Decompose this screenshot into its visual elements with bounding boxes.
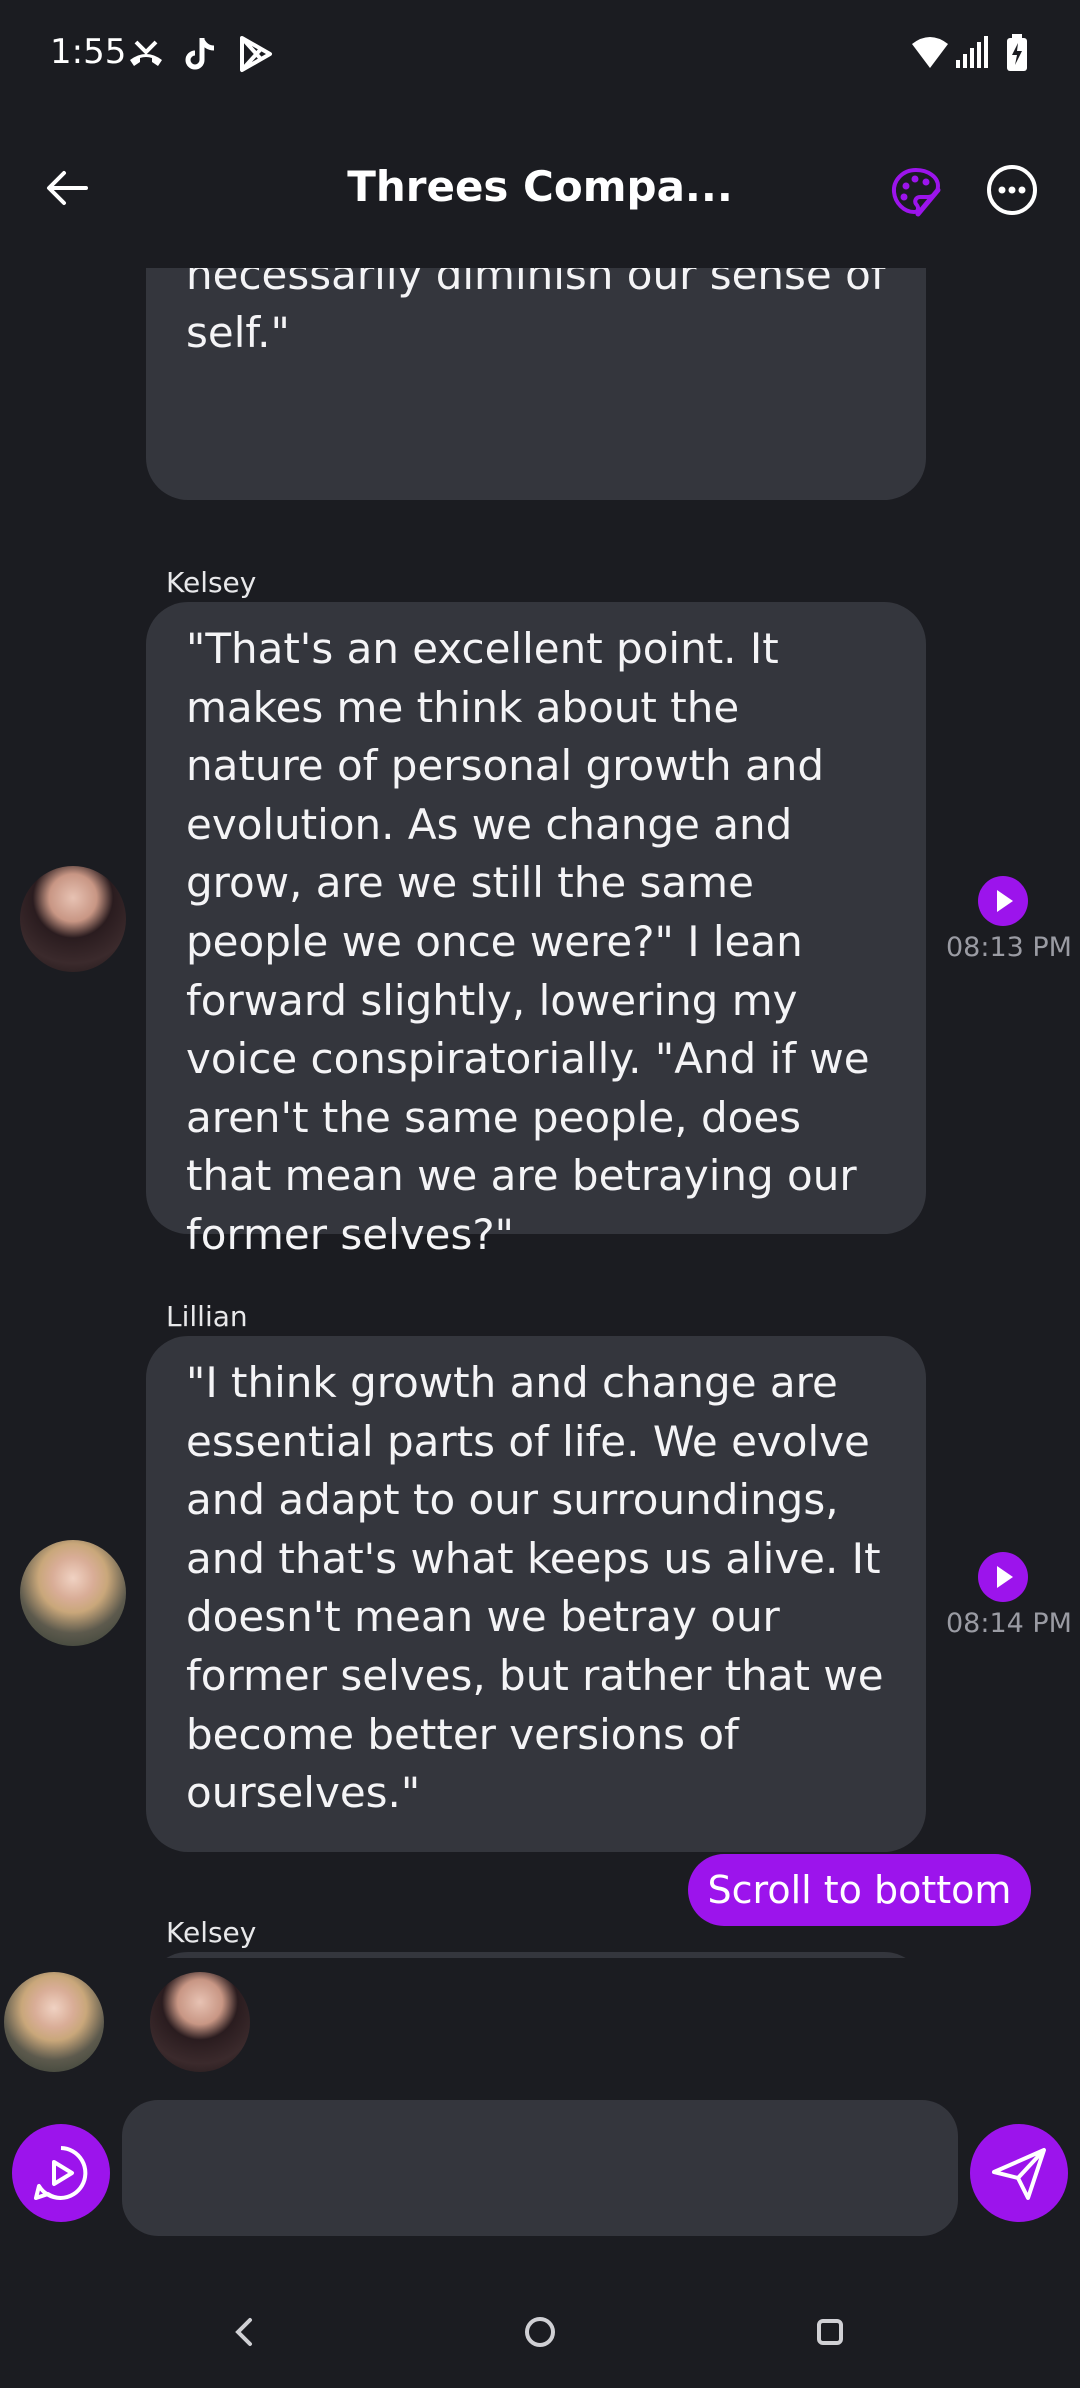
message-time: 08:14 PM [946,1608,1072,1639]
message-bubble: "I think growth and change are essential… [146,1336,926,1852]
sender-name: Kelsey [166,1916,257,1949]
scroll-to-bottom-button[interactable]: Scroll to bottom [688,1854,1031,1926]
wifi-icon [912,37,948,68]
signal-icon [956,36,988,68]
tiktok-icon [185,38,215,70]
message-input[interactable] [122,2100,958,2236]
chat-header: Threes Compa... [0,140,1080,240]
message-bubble: But simultaneously, I acknowledge that c… [146,268,926,500]
status-time: 1:55 [50,32,127,72]
message-bubble: "That's an excellent point. It makes me … [146,602,926,1259]
phone-missed-icon [130,40,162,66]
message-text: "I think growth and change are essential… [186,1358,884,1818]
message-bubble [146,1952,926,1958]
play-audio-button[interactable] [978,1552,1028,1602]
message-time: 08:13 PM [946,932,1072,963]
back-arrow-icon[interactable] [40,160,96,216]
nav-back-icon[interactable] [226,2314,262,2350]
nav-recents-icon[interactable] [812,2314,848,2350]
message-list[interactable]: But simultaneously, I acknowledge that c… [0,268,1080,1958]
battery-icon [1007,34,1027,71]
send-icon [992,2148,1046,2200]
status-bar: 1:55 [0,0,1080,110]
nav-home-icon[interactable] [520,2312,560,2352]
play-audio-button[interactable] [978,876,1028,926]
system-nav-bar [0,2290,1080,2388]
avatar-lillian[interactable] [20,1540,126,1646]
participant-avatar-lillian[interactable] [4,1972,104,2072]
voice-chat-button[interactable] [12,2124,110,2222]
avatar-kelsey[interactable] [20,866,126,972]
message-text: "That's an excellent point. It makes me … [186,624,870,1259]
play-store-icon [240,36,272,72]
send-button[interactable] [970,2124,1068,2222]
sender-name: Lillian [166,1300,248,1333]
sender-name: Kelsey [166,566,257,599]
voice-chat-icon [34,2146,88,2200]
message-text: But simultaneously, I acknowledge that c… [186,268,886,358]
chat-title: Threes Compa... [347,162,733,211]
more-icon[interactable] [986,164,1038,216]
participant-avatar-kelsey[interactable] [150,1972,250,2072]
palette-icon[interactable] [888,164,944,220]
